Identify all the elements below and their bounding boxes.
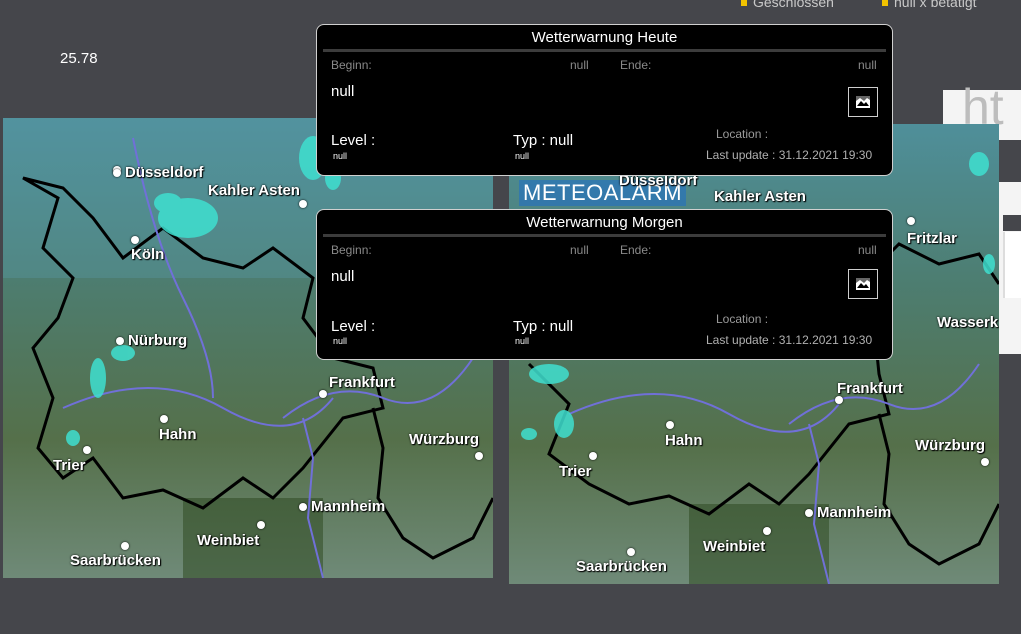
- city-weinbiet: Weinbiet: [197, 532, 260, 549]
- broken-image-icon[interactable]: [848, 87, 878, 117]
- legend-closed: Geschlossen: [741, 0, 834, 10]
- location-dot-icon: [666, 421, 674, 429]
- city-wurzburg-dot: [475, 452, 483, 460]
- city-trier-dot: [83, 446, 91, 454]
- begin-value: null: [570, 243, 589, 257]
- side-panel-strip: [1003, 215, 1021, 231]
- end-value: null: [858, 243, 877, 257]
- location-dot-icon: [835, 396, 843, 404]
- city-frankfurt: Frankfurt: [837, 380, 903, 397]
- sensor-value: 25.78: [60, 50, 98, 67]
- location-dot-icon: [257, 521, 265, 529]
- side-panel-field[interactable]: [1003, 232, 1021, 298]
- legend-null-actuated: null x betätigt: [882, 0, 977, 10]
- level-label: Level :: [331, 318, 376, 335]
- city-frankfurt-dot: [319, 390, 327, 398]
- type-value: null: [515, 336, 530, 346]
- level-label: Level :: [331, 132, 376, 149]
- city-fritzlar-dot: [907, 217, 915, 225]
- city-wurzburg-dot: [981, 458, 989, 466]
- city-kahler-asten: Kahler Asten: [714, 188, 806, 205]
- location-dot-icon: [805, 508, 813, 517]
- location-dot-icon: [763, 527, 771, 535]
- begin-value: null: [570, 58, 589, 72]
- location-label: Location :: [716, 312, 769, 326]
- location-dot-icon: [299, 200, 307, 208]
- city-koln-dot: [131, 236, 139, 244]
- location-dot-icon: [113, 168, 121, 177]
- city-wasserkuppe: Wasserk: [937, 314, 999, 331]
- city-frankfurt: Frankfurt: [329, 374, 395, 391]
- warning-text: null: [331, 83, 355, 100]
- location-label: Location :: [716, 127, 769, 141]
- legend-marker-icon: [882, 0, 888, 7]
- city-weinbiet-dot: [763, 527, 771, 535]
- legend-null-label: null x betätigt: [894, 0, 977, 10]
- warning-title: Wetterwarnung Morgen: [526, 214, 683, 231]
- city-saarbrucken-dot: [627, 548, 635, 556]
- location-dot-icon: [475, 452, 483, 460]
- city-nurburg: Nürburg: [116, 332, 187, 349]
- type-label: Typ : null: [513, 318, 574, 335]
- city-saarbrucken: Saarbrücken: [576, 558, 667, 575]
- last-update: Last update : 31.12.2021 19:30: [706, 148, 873, 162]
- city-saarbrucken-dot: [121, 542, 129, 550]
- city-kahler-asten-dot: [299, 200, 307, 208]
- type-label: Typ : null: [513, 132, 574, 149]
- city-dusseldorf: Düsseldorf: [113, 164, 203, 181]
- location-dot-icon: [160, 415, 168, 423]
- end-label: Ende:: [620, 243, 652, 257]
- city-koln: Köln: [131, 246, 165, 263]
- city-wurzburg: Würzburg: [915, 437, 985, 454]
- city-fritzlar: Fritzlar: [907, 230, 958, 247]
- location-dot-icon: [981, 458, 989, 466]
- end-label: Ende:: [620, 58, 652, 72]
- city-trier-dot: [589, 452, 597, 460]
- city-hahn: Hahn: [159, 426, 197, 443]
- city-trier: Trier: [53, 457, 86, 474]
- begin-label: Beginn:: [331, 243, 372, 257]
- city-trier: Trier: [559, 463, 592, 480]
- warning-card-today: Wetterwarnung Heute Beginn: null Ende: n…: [316, 24, 893, 176]
- legend-closed-label: Geschlossen: [753, 0, 834, 10]
- warning-card-tomorrow: Wetterwarnung Morgen Beginn: null Ende: …: [316, 209, 893, 360]
- location-dot-icon: [131, 236, 139, 244]
- divider: [323, 234, 886, 237]
- city-saarbrucken: Saarbrücken: [70, 552, 161, 569]
- city-kahler-asten: Kahler Asten: [208, 182, 300, 199]
- city-weinbiet: Weinbiet: [703, 538, 766, 555]
- location-dot-icon: [121, 542, 129, 550]
- location-dot-icon: [83, 446, 91, 454]
- level-value: null: [333, 151, 348, 161]
- location-dot-icon: [589, 452, 597, 460]
- level-value: null: [333, 336, 348, 346]
- broken-image-icon[interactable]: [848, 269, 878, 299]
- location-dot-icon: [319, 390, 327, 398]
- location-dot-icon: [907, 217, 915, 225]
- begin-label: Beginn:: [331, 58, 372, 72]
- city-hahn-dot: [666, 421, 674, 429]
- legend-marker-icon: [741, 0, 747, 7]
- location-dot-icon: [116, 336, 124, 345]
- city-hahn-dot: [160, 415, 168, 423]
- city-wurzburg: Würzburg: [409, 431, 479, 448]
- location-dot-icon: [627, 548, 635, 556]
- warning-text: null: [331, 268, 355, 285]
- location-dot-icon: [299, 502, 307, 511]
- city-mannheim: Mannheim: [805, 504, 891, 521]
- city-mannheim: Mannheim: [299, 498, 385, 515]
- end-value: null: [858, 58, 877, 72]
- warning-title: Wetterwarnung Heute: [531, 29, 678, 46]
- last-update: Last update : 31.12.2021 19:30: [706, 333, 873, 347]
- city-hahn: Hahn: [665, 432, 703, 449]
- city-weinbiet-dot: [257, 521, 265, 529]
- type-value: null: [515, 151, 530, 161]
- divider: [323, 49, 886, 52]
- city-frankfurt-dot: [835, 396, 843, 404]
